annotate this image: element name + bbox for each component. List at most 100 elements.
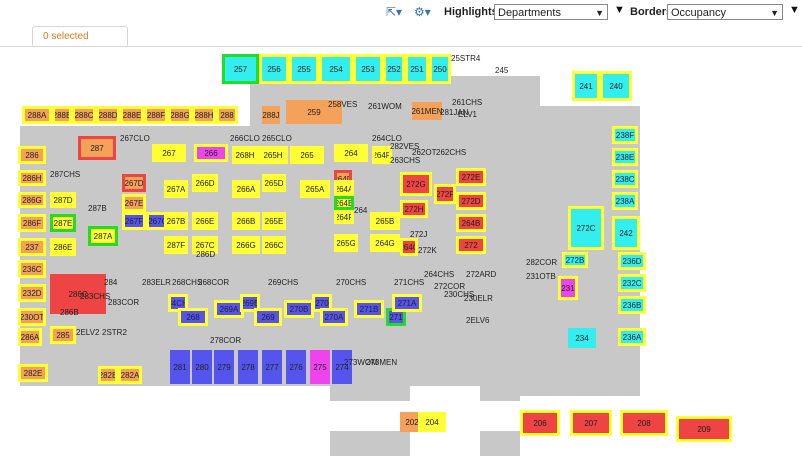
room-251[interactable]: 251 bbox=[405, 54, 429, 84]
room-264E[interactable]: 264E bbox=[334, 196, 354, 210]
room-288D[interactable]: 288D bbox=[96, 106, 120, 124]
room-286[interactable]: 286 bbox=[18, 146, 46, 164]
room-267B[interactable]: 267B bbox=[164, 212, 188, 230]
room-264G[interactable]: 264G bbox=[370, 234, 400, 252]
room-265B[interactable]: 265B bbox=[370, 212, 400, 230]
room-238C[interactable]: 238C bbox=[612, 170, 638, 188]
room-237[interactable]: 237 bbox=[18, 238, 46, 256]
room-242[interactable]: 242 bbox=[612, 216, 640, 250]
room-267F[interactable]: 267F bbox=[122, 212, 146, 230]
room-266E[interactable]: 266E bbox=[192, 212, 218, 230]
room-267D[interactable]: 267D bbox=[122, 174, 146, 192]
highlights-select[interactable]: Departments ▼ bbox=[494, 4, 608, 20]
room-288H[interactable]: 288H bbox=[192, 106, 216, 124]
room-288G[interactable]: 288G bbox=[168, 106, 192, 124]
room-236B[interactable]: 236B bbox=[618, 296, 646, 314]
room-241[interactable]: 241 bbox=[572, 71, 600, 101]
room-261MEN[interactable]: 261MEN bbox=[412, 102, 442, 120]
room-286G[interactable]: 286G bbox=[18, 192, 46, 208]
room-286H[interactable]: 286H bbox=[18, 170, 46, 186]
room-265[interactable]: 265 bbox=[290, 146, 324, 164]
room-266C[interactable]: 266C bbox=[262, 236, 286, 254]
room-272D[interactable]: 272D bbox=[456, 192, 486, 210]
room-264[interactable]: 264 bbox=[334, 144, 368, 162]
room-255[interactable]: 255 bbox=[289, 54, 319, 84]
room-209[interactable]: 209 bbox=[676, 416, 732, 442]
room-252[interactable]: 252 bbox=[383, 54, 405, 84]
room-288J[interactable]: 288J bbox=[262, 106, 280, 124]
room-267[interactable]: 267 bbox=[152, 144, 186, 162]
room-282B[interactable]: 282B bbox=[98, 366, 118, 384]
room-278[interactable]: 278 bbox=[238, 350, 258, 384]
room-274[interactable]: 274 bbox=[332, 350, 352, 384]
room-288C[interactable]: 288C bbox=[72, 106, 96, 124]
room-265G[interactable]: 265G bbox=[334, 234, 358, 252]
room-264B[interactable]: 264B bbox=[456, 214, 486, 232]
room-238A[interactable]: 238A bbox=[612, 192, 638, 210]
room-272H[interactable]: 272H bbox=[400, 200, 428, 218]
room-286E[interactable]: 286E bbox=[50, 238, 76, 256]
room-264F[interactable]: 264F bbox=[334, 210, 354, 224]
room-264C[interactable]: 264C bbox=[400, 238, 418, 256]
room-272G[interactable]: 272G bbox=[400, 172, 432, 196]
room-236A[interactable]: 236A bbox=[618, 328, 646, 346]
room-236C[interactable]: 236C bbox=[18, 260, 46, 278]
room-288F[interactable]: 288F bbox=[144, 106, 168, 124]
room-265A[interactable]: 265A bbox=[300, 180, 330, 198]
room-266B[interactable]: 266B bbox=[232, 212, 260, 230]
floor-plan[interactable]: 257 256 255 254 253 252 251 250 25STR4 245 241 240 2… bbox=[0, 46, 802, 459]
room-280[interactable]: 280 bbox=[192, 350, 212, 384]
room-266D[interactable]: 266D bbox=[192, 174, 218, 192]
room-236D[interactable]: 236D bbox=[618, 252, 646, 270]
tab-selected[interactable]: 0 selected bbox=[32, 26, 128, 46]
room-250[interactable]: 250 bbox=[429, 54, 451, 84]
room-286F[interactable]: 286F bbox=[18, 214, 46, 232]
room-264R[interactable]: 264R bbox=[372, 146, 392, 164]
room-238E[interactable]: 238E bbox=[612, 148, 638, 166]
room-270A[interactable]: 270A bbox=[320, 308, 348, 326]
room-288A[interactable]: 288A bbox=[22, 106, 52, 124]
room-254[interactable]: 254 bbox=[319, 54, 353, 84]
room-231[interactable]: 231 bbox=[558, 276, 578, 300]
room-271A[interactable]: 271A bbox=[392, 294, 422, 312]
borders-legend-icon[interactable]: ▼ bbox=[789, 4, 800, 16]
room-270B[interactable]: 270B bbox=[284, 300, 314, 318]
export-icon[interactable]: ⇱▾ bbox=[386, 5, 402, 19]
room-271B[interactable]: 271B bbox=[354, 300, 384, 318]
room-287A[interactable]: 287A bbox=[88, 226, 118, 246]
room-268H[interactable]: 268H bbox=[232, 146, 258, 164]
room-282E[interactable]: 282E bbox=[18, 364, 48, 382]
room-272E[interactable]: 272E bbox=[456, 168, 486, 186]
room-272C[interactable]: 272C bbox=[568, 206, 604, 250]
room-230OT[interactable]: 230OT bbox=[18, 308, 46, 326]
room-272F[interactable]: 272F bbox=[434, 184, 456, 204]
room-265D[interactable]: 265D bbox=[262, 174, 286, 192]
room-288[interactable]: 288 bbox=[216, 106, 238, 124]
highlights-legend-icon[interactable]: ▼ bbox=[614, 4, 625, 16]
room-287D[interactable]: 287D bbox=[50, 192, 76, 208]
room-204[interactable]: 204 bbox=[418, 412, 446, 432]
room-265E[interactable]: 265E bbox=[262, 212, 286, 230]
room-232D[interactable]: 232D bbox=[18, 284, 46, 302]
room-267E[interactable]: 267E bbox=[122, 194, 146, 212]
borders-select[interactable]: Occupancy ▼ bbox=[667, 4, 783, 20]
room-275[interactable]: 275 bbox=[310, 350, 330, 384]
room-281[interactable]: 281 bbox=[170, 350, 190, 384]
room-272B[interactable]: 272B bbox=[562, 252, 588, 268]
room-286A[interactable]: 286A bbox=[18, 328, 42, 346]
room-234[interactable]: 234 bbox=[568, 328, 596, 348]
room-288E[interactable]: 288E bbox=[120, 106, 144, 124]
room-257[interactable]: 257 bbox=[222, 54, 259, 84]
room-276[interactable]: 276 bbox=[286, 350, 306, 384]
room-282A[interactable]: 282A bbox=[118, 366, 142, 384]
room-268[interactable]: 268 bbox=[178, 308, 208, 326]
room-266[interactable]: 266 bbox=[194, 144, 228, 162]
room-272[interactable]: 272 bbox=[456, 236, 486, 254]
room-206[interactable]: 206 bbox=[520, 410, 560, 436]
room-232C[interactable]: 232C bbox=[618, 274, 646, 292]
gear-icon[interactable]: ⚙▾ bbox=[414, 5, 431, 19]
room-266G[interactable]: 266G bbox=[232, 236, 260, 254]
room-288B[interactable]: 288B bbox=[52, 106, 72, 124]
room-277[interactable]: 277 bbox=[262, 350, 282, 384]
room-207[interactable]: 207 bbox=[570, 410, 612, 436]
